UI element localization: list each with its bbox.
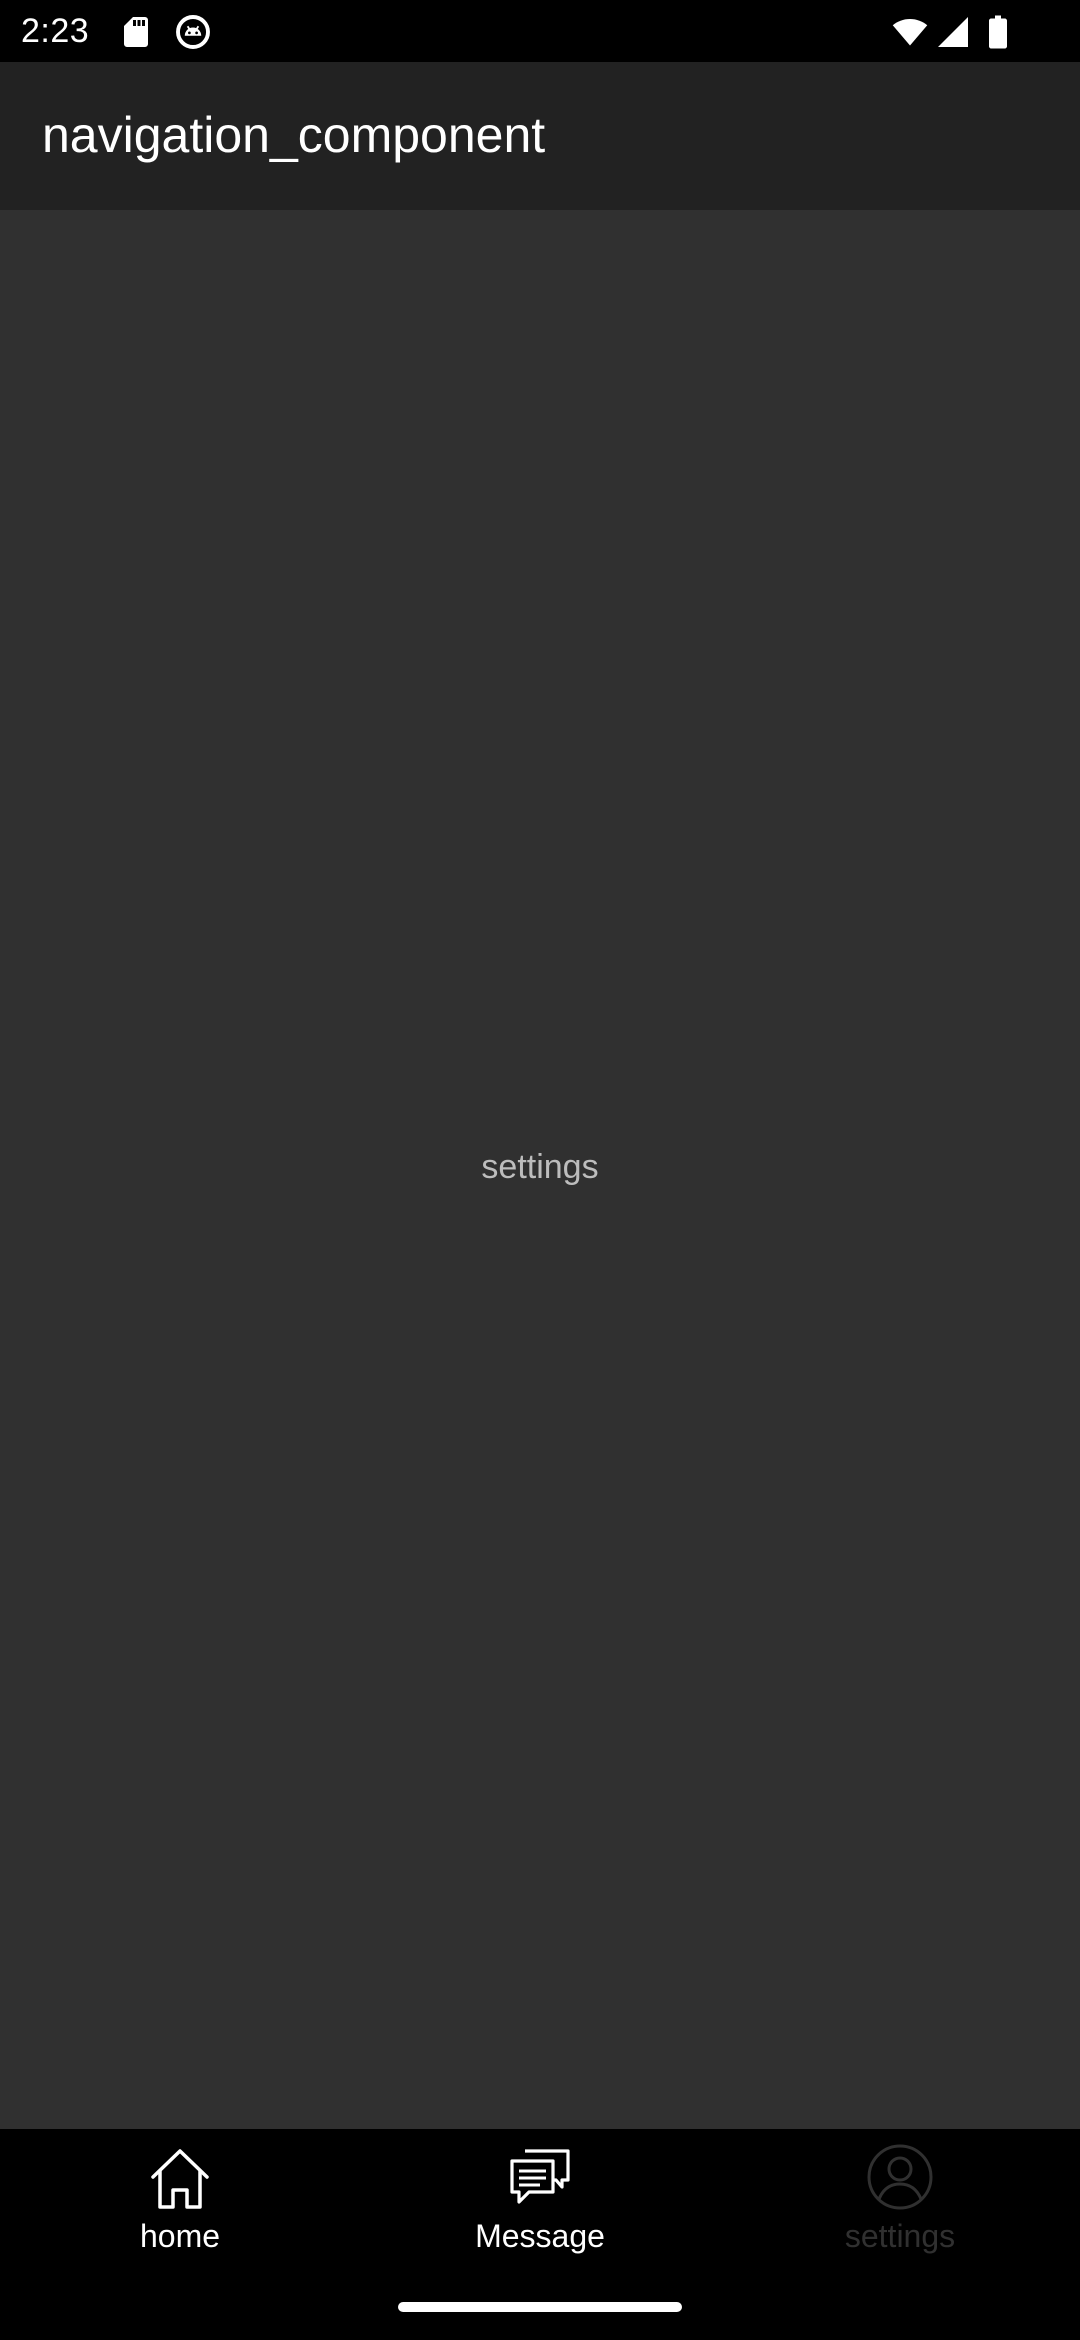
- nav-label-settings: settings: [844, 2218, 956, 2254]
- nav-label-home: home: [139, 2218, 221, 2254]
- app-bar: navigation_component: [0, 62, 1080, 210]
- nav-item-settings[interactable]: settings: [720, 2129, 1080, 2269]
- battery-icon: [987, 14, 1009, 50]
- message-icon: [507, 2146, 573, 2212]
- nav-label-message: Message: [475, 2218, 605, 2254]
- wifi-icon: [890, 14, 930, 50]
- main-content: settings: [0, 210, 1080, 2129]
- sd-card-icon: [118, 14, 154, 50]
- page-title: navigation_component: [42, 107, 546, 163]
- status-bar: 2:23: [0, 0, 1080, 62]
- cell-signal-icon: [935, 14, 971, 50]
- android-debug-icon: [175, 14, 211, 50]
- nav-item-message[interactable]: Message: [360, 2129, 720, 2269]
- gesture-handle[interactable]: [398, 2302, 682, 2312]
- fragment-label: settings: [481, 1148, 599, 1186]
- nav-item-home[interactable]: home: [0, 2129, 360, 2269]
- status-time: 2:23: [21, 12, 90, 50]
- home-icon: [147, 2146, 213, 2212]
- account-circle-icon: [866, 2143, 934, 2211]
- bottom-navigation: home Message settings: [0, 2129, 1080, 2340]
